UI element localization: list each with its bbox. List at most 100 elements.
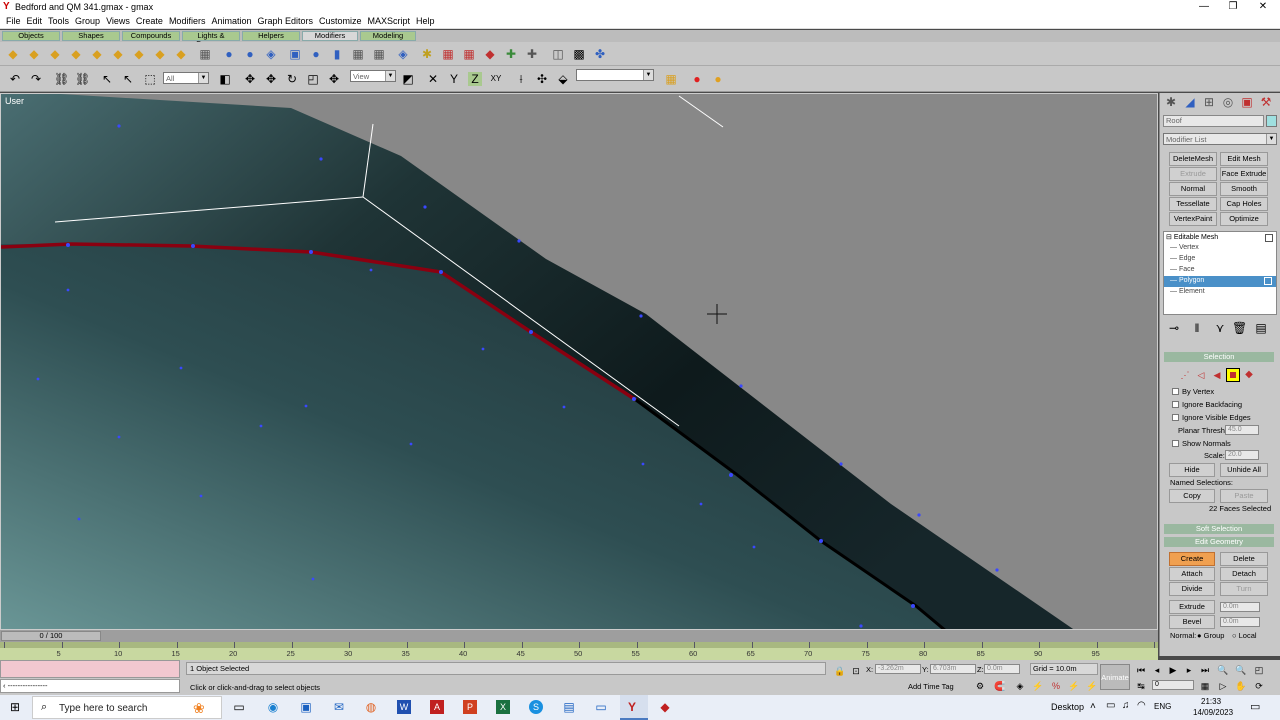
modifier-tessellate-button[interactable]: Tessellate [1169, 197, 1217, 211]
network-icon[interactable]: ▭ [1106, 700, 1115, 711]
scale-spinner[interactable]: 20.0 [1225, 450, 1259, 460]
lattice-icon[interactable]: ▦ [198, 47, 212, 61]
restrict-y-icon[interactable]: Y [447, 72, 461, 86]
language-indicator[interactable]: ENG [1154, 702, 1171, 711]
named-selection-dropdown[interactable]: ▼ [576, 69, 654, 81]
modifier-extrude-button[interactable]: Extrude [1169, 167, 1217, 181]
paste-button[interactable]: Paste [1220, 489, 1268, 503]
select-name-icon[interactable]: ◧ [218, 72, 232, 86]
face-select-icon[interactable]: ◀ [1210, 368, 1224, 382]
object-color-swatch[interactable] [1266, 115, 1277, 127]
animate-button[interactable]: Animate [1100, 664, 1130, 690]
restore-button[interactable]: ❐ [1218, 0, 1248, 14]
spinner-snap-icon[interactable]: ⚡ [1067, 679, 1081, 693]
reference-coord-dropdown[interactable]: View ▼ [350, 70, 396, 82]
modifier-smooth-button[interactable]: Smooth [1220, 182, 1268, 196]
desktop-label[interactable]: Desktop [1051, 702, 1084, 712]
quick-render-icon[interactable]: ● [711, 72, 725, 86]
taskbar-search-box[interactable]: ⌕ Type here to search ❀ [32, 696, 222, 719]
restrict-xy-icon[interactable]: XY [489, 72, 503, 86]
notification-icon[interactable]: ▭ [1250, 700, 1260, 713]
menu-modifiers[interactable]: Modifiers [166, 14, 209, 29]
tab-lights-cameras[interactable]: Lights & Cameras [182, 31, 240, 48]
modifier-normal-button[interactable]: Normal [1169, 182, 1217, 196]
percent-snap-icon[interactable]: % [1049, 679, 1063, 693]
restrict-x-icon[interactable]: ✕ [426, 72, 440, 86]
face-extrude-icon[interactable]: ◫ [551, 47, 565, 61]
task-view-icon[interactable]: ▭ [232, 700, 246, 714]
explorer-icon[interactable]: ▤ [562, 700, 576, 714]
go-to-start-icon[interactable]: ⏮ [1134, 663, 1148, 677]
stack-item-face[interactable]: — Face [1170, 266, 1195, 273]
stack-item-polygon[interactable]: — Polygon [1164, 276, 1276, 287]
unwrap-icon[interactable]: ● [243, 47, 257, 61]
extrude-button[interactable]: Extrude [1169, 600, 1215, 614]
excel-icon[interactable]: X [496, 700, 510, 714]
stack-item-editable-mesh[interactable]: ⊟ Editable Mesh [1166, 233, 1218, 241]
menu-animation[interactable]: Animation [208, 14, 254, 29]
time-config-icon[interactable]: ▦ [1198, 679, 1212, 693]
checker-icon[interactable]: ▩ [572, 47, 586, 61]
store-icon[interactable]: ▣ [299, 700, 313, 714]
group-radio[interactable]: ● Group [1197, 631, 1224, 640]
modify-panel-icon[interactable]: ◢ [1183, 95, 1197, 109]
angle-snap-icon[interactable]: ⚡ [1031, 679, 1045, 693]
twist-icon[interactable]: ◆ [48, 47, 62, 61]
turn-button[interactable]: Turn [1220, 582, 1268, 596]
x-coordinate-field[interactable]: -3.262m [875, 664, 921, 674]
local-radio[interactable]: ○ Local [1232, 631, 1257, 640]
tab-helpers[interactable]: Helpers [242, 31, 300, 41]
display-panel-icon[interactable]: ▣ [1240, 95, 1254, 109]
make-unique-icon[interactable]: ⋎ [1213, 321, 1227, 335]
firefox-icon[interactable]: ◍ [364, 700, 378, 714]
ignore-backfacing-checkbox[interactable] [1172, 401, 1179, 408]
stack-toggle-icon[interactable] [1265, 234, 1273, 242]
lock-selection-icon[interactable]: 🔒 [833, 664, 847, 678]
select-icon[interactable]: ↖ [100, 72, 114, 86]
configure-sets-icon[interactable]: ▤ [1254, 321, 1268, 335]
move-icon[interactable]: ✥ [243, 72, 257, 86]
relax-icon[interactable]: ◆ [153, 47, 167, 61]
bend-icon[interactable]: ◆ [6, 47, 20, 61]
object-name-field[interactable]: Roof [1163, 115, 1264, 127]
arc-rotate-icon[interactable]: ⟳ [1252, 679, 1266, 693]
app-icon[interactable]: ◆ [658, 700, 672, 714]
cylinder-icon[interactable]: ▮ [330, 47, 344, 61]
mirror-tool-icon[interactable]: ⟊ [514, 72, 528, 86]
modifier-list-dropdown[interactable]: Modifier List ▼ [1163, 133, 1277, 145]
soft-selection-rollout-header[interactable]: Soft Selection [1164, 524, 1274, 534]
restrict-z-icon[interactable]: Z [468, 72, 482, 86]
create-panel-icon[interactable]: ✱ [1164, 95, 1178, 109]
stretch-icon[interactable]: ◆ [90, 47, 104, 61]
stack-item-vertex[interactable]: — Vertex [1170, 244, 1199, 251]
menu-customize[interactable]: Customize [316, 14, 365, 29]
unlink-icon[interactable]: ⛓ [75, 72, 90, 86]
hide-button[interactable]: Hide [1169, 463, 1215, 477]
clock-time[interactable]: 21:33 [1201, 697, 1221, 706]
normal-icon[interactable]: ◈ [396, 47, 410, 61]
tab-objects[interactable]: Objects [2, 31, 60, 41]
prev-frame-icon[interactable]: ◂ [1150, 663, 1164, 677]
edit-mesh-icon[interactable]: ▦ [351, 47, 365, 61]
polygon-select-icon[interactable] [1226, 368, 1240, 382]
render-scene-icon[interactable]: ● [690, 72, 704, 86]
redo-icon[interactable]: ↷ [29, 72, 43, 86]
stack-item-element[interactable]: — Element [1170, 288, 1205, 295]
delete-button[interactable]: Delete [1220, 552, 1268, 566]
edge-browser-icon[interactable]: ◉ [266, 700, 280, 714]
tab-compounds[interactable]: Compounds [122, 31, 180, 41]
maxscript-listener[interactable] [0, 660, 180, 678]
current-frame-field[interactable]: 0 [1152, 680, 1194, 690]
region-select-icon[interactable]: ⬚ [143, 72, 157, 86]
cap-holes-icon[interactable]: ◆ [483, 47, 497, 61]
pan-icon[interactable]: ✋ [1234, 679, 1248, 693]
tab-shapes[interactable]: Shapes [62, 31, 120, 41]
array-icon[interactable]: ✣ [535, 72, 549, 86]
gmax-taskbar-button[interactable]: Y [620, 695, 648, 720]
viewport-user[interactable]: User [0, 93, 1158, 630]
xform-icon[interactable]: ▣ [288, 47, 302, 61]
snap-3d-icon[interactable]: ◈ [1013, 679, 1027, 693]
maxscript-input[interactable]: ‹ ---------------- [0, 679, 180, 693]
menu-group[interactable]: Group [72, 14, 103, 29]
bevel-spinner[interactable]: 0.0m [1220, 617, 1260, 627]
